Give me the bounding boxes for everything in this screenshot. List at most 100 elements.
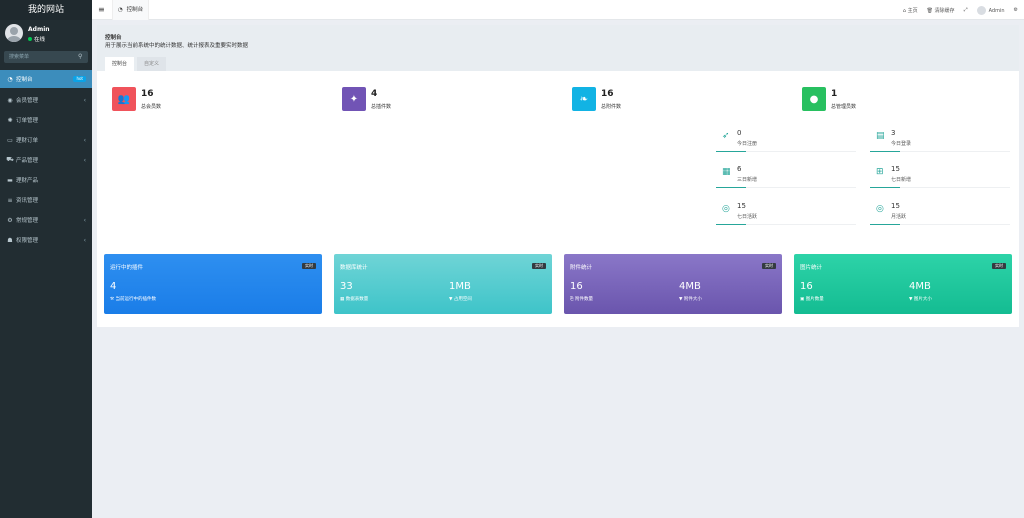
- card-metric-text: 当前运行中的插件数: [115, 297, 156, 302]
- mini-stat-divider: [870, 224, 1010, 225]
- card-metric-label: ▦ 数据表数量: [340, 296, 368, 302]
- mini-stat-seven-day-new: ⊞ 15 七日新增: [870, 163, 1010, 188]
- mini-stat-label: 三日新增: [737, 177, 758, 183]
- calendar-icon: ▦: [722, 167, 731, 177]
- settings-icon[interactable]: ⚙: [1014, 7, 1018, 13]
- users-icon: 👥: [112, 87, 136, 111]
- card-value: 33: [340, 281, 353, 292]
- filter-icon: ▼: [909, 297, 913, 302]
- card-value: 16: [800, 281, 813, 292]
- chevron-left-icon: ‹: [83, 137, 86, 144]
- card-running-plugins: 运行中的插件 实时 4 ⚒ 当前运行中的插件数: [104, 254, 322, 314]
- wrench-icon: ⚒: [110, 297, 115, 302]
- gear-icon: ✺: [7, 116, 13, 124]
- card-metric-label: ▼ 图片大小: [909, 296, 932, 302]
- sidebar-item-label: 常规管理: [16, 218, 39, 224]
- sidebar-item-dashboard[interactable]: ◔ 控制台 hot: [0, 70, 92, 88]
- sidebar-item-orders[interactable]: ✺ 订单管理: [0, 110, 92, 130]
- mini-stat-divider: [870, 151, 1010, 152]
- sidebar-item-products[interactable]: ⛟ 产品管理 ‹: [0, 150, 92, 170]
- filter-icon: ▼: [449, 297, 453, 302]
- mini-stat-today-login: ▤ 3 今日登录: [870, 127, 1010, 152]
- card-value: 4MB: [909, 281, 931, 292]
- gears-icon: ⚙: [7, 216, 13, 224]
- mini-stat-value: 15: [737, 202, 746, 210]
- laptop-icon: ▬: [7, 176, 13, 184]
- group-icon: ☗: [7, 236, 13, 244]
- sidebar-item-finance-orders[interactable]: ▭ 理财订单 ‹: [0, 130, 92, 150]
- stat-label: 总插件数: [371, 104, 392, 110]
- sidebar-item-finance-products[interactable]: ▬ 理财产品: [0, 170, 92, 190]
- card-metric-label: ▼ 占用空间: [449, 296, 472, 302]
- sidebar-item-general[interactable]: ⚙ 常规管理 ‹: [0, 210, 92, 230]
- card-metric-text: 图片大小: [913, 297, 932, 302]
- sidebar-item-members[interactable]: ◉ 会员管理 ‹: [0, 90, 92, 110]
- user-panel: Admin 在线: [0, 20, 92, 48]
- sidebar-item-news[interactable]: ≡ 资讯管理: [0, 190, 92, 210]
- tab-custom[interactable]: 自定义: [137, 57, 167, 71]
- user-icon: ◉: [7, 96, 13, 104]
- card-metric-text: 数据表数量: [345, 297, 369, 302]
- search-icon[interactable]: ⚲: [78, 51, 87, 63]
- card-metric-text: 附件大小: [683, 297, 702, 302]
- dashboard-icon: ◔: [118, 7, 123, 13]
- stat-label: 总会员数: [141, 104, 162, 110]
- mini-stat-divider: [716, 187, 856, 188]
- mini-stat-value: 15: [891, 165, 900, 173]
- sidebar-menu: ◔ 控制台 hot ◉ 会员管理 ‹ ✺ 订单管理 ▭ 理财订单 ‹ ⛟ 产品管…: [0, 70, 92, 250]
- tab-dashboard[interactable]: ◔ 控制台: [112, 0, 150, 20]
- card-database: 数据库统计 实时 33 ▦ 数据表数量 1MB ▼ 占用空间: [334, 254, 552, 314]
- sidebar-item-label: 资讯管理: [16, 198, 39, 204]
- card-title: 运行中的插件: [110, 265, 144, 271]
- clear-cache-button[interactable]: 🗑 清除缓存: [927, 7, 955, 14]
- card-title: 附件统计: [570, 265, 593, 271]
- card-metric-text: 附件数量: [575, 297, 594, 302]
- attachment-icon: ⎘: [570, 297, 574, 302]
- mini-stat-divider: [716, 151, 856, 152]
- sidebar-item-label: 权限管理: [16, 238, 39, 244]
- fullscreen-icon[interactable]: ⤢: [964, 7, 968, 13]
- image-icon: ▣: [800, 297, 805, 302]
- tab-console[interactable]: 控制台: [105, 57, 135, 71]
- sidebar: 我的网站 Admin 在线 搜索菜单 ⚲ ◔ 控制台 hot ◉ 会员管理 ‹ …: [0, 0, 92, 518]
- mini-stat-seven-day-active: ◎ 15 七日活跃: [716, 200, 856, 225]
- home-link[interactable]: ⌂ 主页: [903, 7, 918, 14]
- page-title: 控制台: [105, 35, 122, 41]
- user-status: 在线: [28, 35, 45, 43]
- page-description: 用于展示当前系统中的统计数据、统计报表及重要实时数据: [105, 43, 249, 49]
- chevron-left-icon: ‹: [83, 97, 86, 104]
- realtime-badge: 实时: [302, 263, 316, 269]
- user-circle-icon: ◎: [876, 204, 884, 214]
- card-metric-label: ▣ 图片数量: [800, 296, 824, 302]
- user-icon: ●: [802, 87, 826, 111]
- card-metric-label: ⎘ 附件数量: [570, 296, 593, 302]
- card-value: 4: [110, 281, 117, 292]
- site-logo[interactable]: 我的网站: [0, 0, 92, 20]
- mini-stat-divider: [870, 187, 1010, 188]
- filter-icon: ▼: [679, 297, 683, 302]
- magic-wand-icon: ✦: [342, 87, 366, 111]
- user-menu[interactable]: Admin: [976, 5, 1005, 15]
- sidebar-item-label: 理财订单: [16, 138, 39, 144]
- menu-search-input[interactable]: 搜索菜单: [4, 51, 88, 63]
- menu-toggle-icon[interactable]: ≡: [98, 5, 105, 14]
- sidebar-item-label: 控制台: [16, 77, 33, 83]
- card-metric-label: ⚒ 当前运行中的插件数: [110, 296, 156, 302]
- mini-stat-value: 6: [737, 165, 742, 173]
- chevron-left-icon: ‹: [83, 217, 86, 224]
- online-dot-icon: [28, 37, 32, 41]
- sidebar-item-label: 会员管理: [16, 98, 39, 104]
- sidebar-item-permissions[interactable]: ☗ 权限管理 ‹: [0, 230, 92, 250]
- realtime-badge: 实时: [762, 263, 776, 269]
- mini-stat-label: 今日注册: [737, 141, 758, 147]
- card-title: 数据库统计: [340, 265, 368, 271]
- stat-value: 4: [371, 89, 378, 99]
- mini-stat-label: 今日登录: [891, 141, 912, 147]
- avatar: [5, 24, 23, 42]
- tab-label: 控制台: [126, 7, 144, 13]
- card-value: 4MB: [679, 281, 701, 292]
- stat-value: 1: [831, 89, 838, 99]
- card-metric-label: ▼ 附件大小: [679, 296, 702, 302]
- vcard-icon: ▤: [876, 131, 885, 141]
- avatar: [976, 5, 986, 15]
